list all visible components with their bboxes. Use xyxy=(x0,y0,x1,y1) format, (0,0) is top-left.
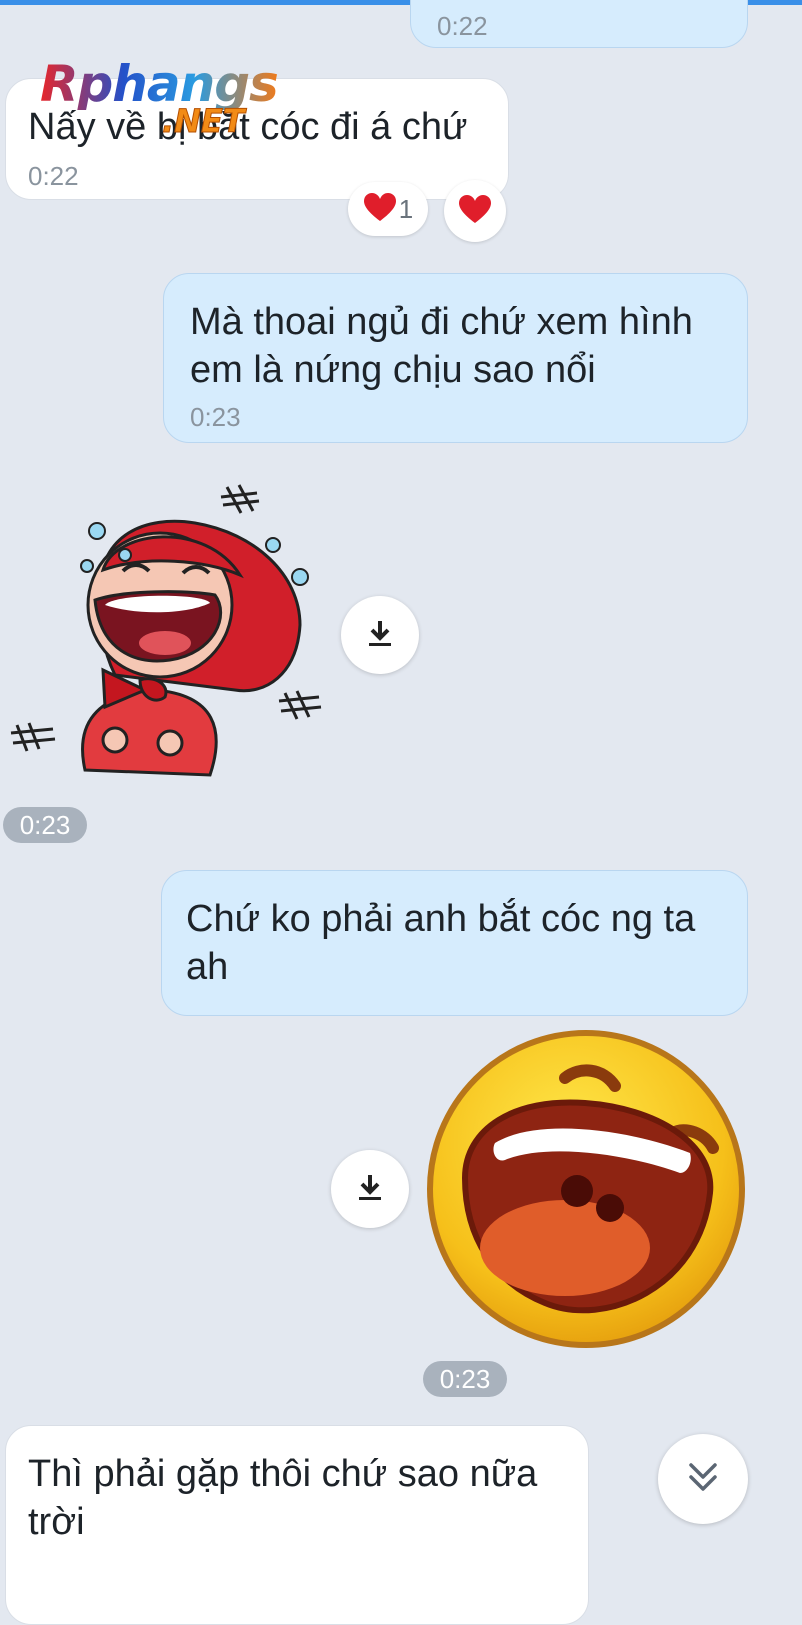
incoming-message[interactable]: Thì phải gặp thôi chứ sao nữa trời xyxy=(5,1425,589,1625)
reaction-count: 1 xyxy=(398,193,414,224)
message-time: 0:22 xyxy=(437,11,488,41)
watermark-logo: Rphangs .NET xyxy=(40,58,279,141)
outgoing-message[interactable]: Chứ ko phải anh bắt cóc ng ta ah xyxy=(161,870,748,1016)
download-icon xyxy=(364,617,396,654)
sticker-image xyxy=(427,1030,745,1348)
react-heart-button[interactable] xyxy=(444,180,506,242)
scroll-to-bottom-button[interactable] xyxy=(658,1434,748,1524)
message-text: Chứ ko phải anh bắt cóc ng ta ah xyxy=(186,898,696,988)
download-sticker-button[interactable] xyxy=(341,596,419,674)
sticker-time-badge: 0:23 xyxy=(3,807,87,843)
message-time: 0:23 xyxy=(190,402,241,432)
sticker-time-badge: 0:23 xyxy=(423,1361,507,1397)
download-sticker-button[interactable] xyxy=(331,1150,409,1228)
watermark-sub: .NET xyxy=(162,102,246,141)
sticker-image xyxy=(10,484,322,777)
sticker-laughing-emoji[interactable] xyxy=(425,1028,747,1350)
reaction-count-badge[interactable]: 1 xyxy=(348,182,428,236)
message-time: 0:22 xyxy=(28,161,79,191)
heart-icon xyxy=(458,194,492,229)
download-icon xyxy=(354,1171,386,1208)
outgoing-message-partial[interactable]: 0:22 xyxy=(410,0,748,48)
heart-icon xyxy=(363,192,397,227)
chevron-double-down-icon xyxy=(683,1457,723,1502)
outgoing-message[interactable]: Mà thoai ngủ đi chứ xem hình em là nứng … xyxy=(163,273,748,443)
sticker-laughing-girl[interactable] xyxy=(5,475,335,795)
message-text: Mà thoai ngủ đi chứ xem hình em là nứng … xyxy=(190,301,693,391)
message-text: Thì phải gặp thôi chứ sao nữa trời xyxy=(28,1453,538,1543)
